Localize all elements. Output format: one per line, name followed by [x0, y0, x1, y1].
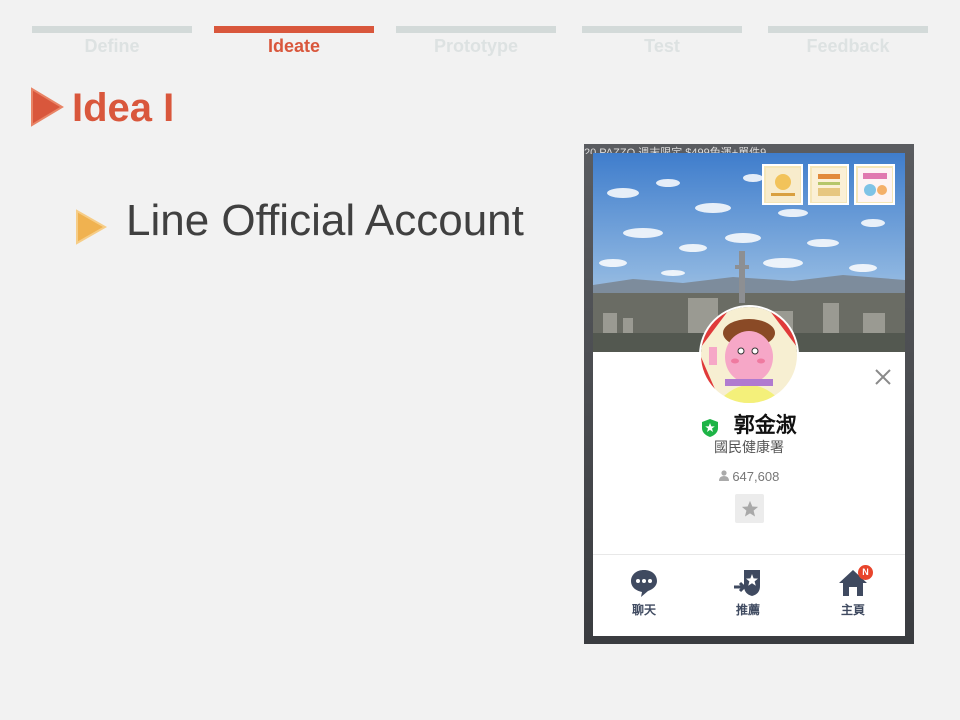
person-icon	[718, 470, 729, 481]
profile-avatar[interactable]	[699, 305, 799, 405]
friend-count-value: 647,608	[732, 469, 780, 484]
step-bar	[214, 26, 374, 33]
thumbnail-image[interactable]	[762, 164, 803, 205]
star-icon	[741, 500, 758, 517]
title-text: Idea I	[72, 86, 175, 130]
play-triangle-icon	[31, 87, 64, 127]
verified-shield-icon	[702, 418, 719, 437]
friend-count: 647,608	[593, 469, 905, 484]
account-subtitle: 國民健康署	[714, 440, 784, 456]
step-label: Test	[644, 36, 680, 56]
nav-home[interactable]: N 主頁	[823, 565, 883, 618]
notification-badge: N	[858, 565, 873, 580]
close-icon[interactable]	[873, 367, 893, 387]
thumbnail-image[interactable]	[854, 164, 895, 205]
bullet-text: Line Official Account	[126, 196, 524, 245]
step-bar	[768, 26, 928, 33]
step-bar	[396, 26, 556, 33]
step-label: Prototype	[433, 36, 518, 56]
progress-steps: Define Ideate Prototype Test Feedback	[32, 26, 928, 56]
step-label: Feedback	[806, 36, 890, 56]
step-ideate[interactable]: Ideate	[214, 26, 374, 57]
divider	[593, 554, 905, 555]
chat-bubble-icon	[631, 570, 657, 597]
thumbnail-image[interactable]	[808, 164, 849, 205]
step-label: Ideate	[267, 36, 321, 56]
step-define[interactable]: Define	[32, 26, 192, 57]
cover-thumbnails	[762, 164, 895, 205]
step-bar	[32, 26, 192, 33]
account-name: 郭金淑	[733, 413, 797, 437]
step-label: Define	[84, 36, 140, 56]
nav-label: 推薦	[735, 603, 760, 617]
favorite-button[interactable]	[735, 494, 764, 523]
profile-card: 郭金淑 國民健康署 647,608 聊天 推薦 N 主頁	[593, 153, 905, 636]
recommend-icon	[734, 570, 760, 596]
profile-name-row: 郭金淑	[593, 409, 905, 439]
step-bar	[582, 26, 742, 33]
step-feedback[interactable]: Feedback	[768, 26, 928, 57]
nav-recommend[interactable]: 推薦	[718, 567, 778, 618]
nav-chat[interactable]: 聊天	[614, 567, 674, 618]
nav-label: 聊天	[631, 603, 656, 617]
step-prototype[interactable]: Prototype	[396, 26, 556, 57]
bullet-triangle-icon	[76, 209, 108, 245]
bottom-nav: 聊天 推薦 N 主頁	[593, 565, 905, 627]
step-test[interactable]: Test	[582, 26, 742, 57]
phone-screenshot: 20 PAZZO 週末限定 $499免運+單件9 郭金淑 國民健康署 647,6…	[584, 144, 914, 644]
nav-label: 主頁	[840, 603, 865, 617]
